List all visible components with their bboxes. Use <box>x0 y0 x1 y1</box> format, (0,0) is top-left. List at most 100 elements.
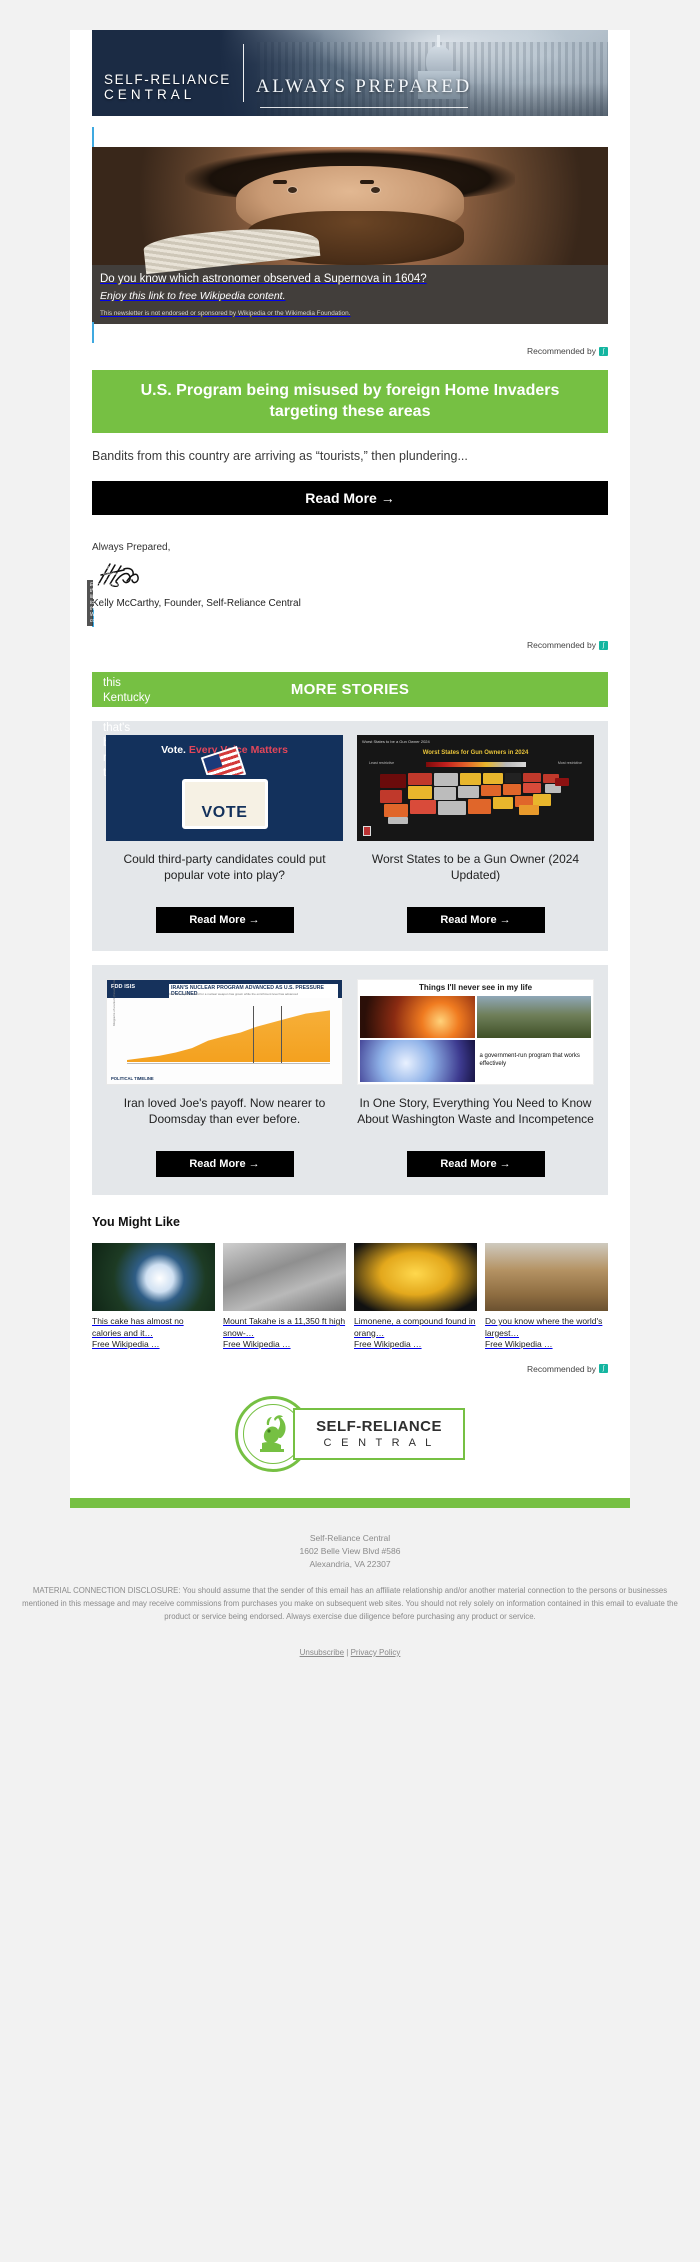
story-title: Worst States to be a Gun Owner (2024 Upd… <box>371 852 580 883</box>
meme-panel-grid: a government-run program that works effe… <box>360 996 591 1083</box>
sponsored-ad-wide[interactable]: Have you heard of this Kentucky town tha… <box>87 548 250 779</box>
story-read-more-button[interactable]: Read More → <box>406 907 545 934</box>
story-card-gun[interactable]: Worst States to be a Gun Owner 2024 Wors… <box>357 735 594 934</box>
recommended-by-wide[interactable]: Recommended by ʃ <box>92 640 608 650</box>
sponsored-ad-square-disclaimer: This newsletter is not endorsed or spons… <box>100 309 351 317</box>
meme-panel-text: a government-run program that works effe… <box>476 1040 591 1083</box>
story-cta-wrap: Read More → <box>406 1151 545 1178</box>
logo-word1: SELF-RELIANCE <box>316 1418 442 1436</box>
iran-chart-xaxis <box>127 1063 330 1065</box>
footer-links: Unsubscribe | Privacy Policy <box>18 1648 682 1657</box>
you-might-like-row: This cake has almost no calories and it…… <box>92 1243 608 1350</box>
iran-chart-event-line-2 <box>280 1006 282 1065</box>
you-might-like-caption: Do you know where the world's largest… <box>485 1316 603 1338</box>
masthead-brand-line1: SELF-RELIANCE <box>104 71 231 87</box>
footer-address-line2: Alexandria, VA 22307 <box>309 1558 391 1569</box>
unicorn-image <box>360 1040 475 1083</box>
story-cta-wrap: Read More → <box>155 1151 294 1178</box>
you-might-like-item[interactable]: Do you know where the world's largest… F… <box>485 1243 608 1350</box>
masthead-banner[interactable]: SELF-RELIANCE CENTRAL ALWAYS PREPARED <box>92 30 608 116</box>
lead-story-read-more-button[interactable]: Read More → <box>92 481 608 516</box>
us-gun-laws-heatmap-image: Worst States to be a Gun Owner 2024 Wors… <box>357 735 594 842</box>
sponsored-ad-wide-strip: Enjoy this link to free Wikipedia conten… <box>87 580 112 627</box>
footer-address-line1: 1602 Belle View Blvd #586 <box>299 1545 401 1556</box>
you-might-like-item[interactable]: This cake has almost no calories and it…… <box>92 1243 215 1350</box>
more-stories-row-1: Vote. Every Voice Matters VOTE Could thi… <box>92 721 608 952</box>
email-body-card: SELF-RELIANCE CENTRAL ALWAYS PREPARED Do… <box>70 30 630 1498</box>
iran-chart-series-upper <box>127 1010 330 1063</box>
ballot-box-icon: VOTE <box>181 779 268 830</box>
email-page: SELF-RELIANCE CENTRAL ALWAYS PREPARED Do… <box>0 30 700 1665</box>
story-card-meme[interactable]: Things I'll never see in my life a gover… <box>357 979 594 1178</box>
story-cta-wrap: Read More → <box>406 907 545 934</box>
masthead-brand-line2: CENTRAL <box>104 86 196 102</box>
you-might-like-item[interactable]: Mount Takahe is a 11,350 ft high snow-… … <box>223 1243 346 1350</box>
story-card-vote[interactable]: Vote. Every Voice Matters VOTE Could thi… <box>106 735 343 934</box>
limonene-sculpture-image <box>354 1243 477 1312</box>
gun-map-legend-right: Most restrictive <box>557 761 582 766</box>
sponsored-ad-square-question: Do you know which astronomer observed a … <box>100 273 427 285</box>
taboola-logo-icon: ʃ <box>599 346 608 356</box>
iran-chart-event-line-1 <box>252 1006 254 1065</box>
kepler-brow-left <box>272 180 287 185</box>
story-cta-wrap: Read More → <box>155 907 294 934</box>
privacy-policy-link[interactable]: Privacy Policy <box>351 1648 401 1657</box>
recommended-by-yml-block: Recommended by ʃ <box>92 1364 608 1374</box>
taboola-logo-icon-yml: ʃ <box>599 1364 608 1374</box>
email-footer: Self-Reliance Central 1602 Belle View Bl… <box>0 1508 700 1665</box>
iran-chart-ylabel: Kilograms of uranium (hexafluoride) <box>112 979 116 1027</box>
gun-map-seal-icon <box>363 826 371 837</box>
masthead-divider <box>242 44 244 102</box>
you-might-like-caption: Mount Takahe is a 11,350 ft high snow-… <box>223 1316 346 1338</box>
iran-chart-footer: POLITICAL TIMELINE <box>111 1076 154 1082</box>
story-read-more-button[interactable]: Read More → <box>406 1151 545 1178</box>
signature-block: Always Prepared, Kelly McCarthy, Founder… <box>92 542 608 609</box>
logo-wordmark: SELF-RELIANCE C E N T R A L <box>293 1407 465 1460</box>
you-might-like-source: Free Wikipedia … <box>92 1339 160 1350</box>
mount-takahe-image <box>223 1243 346 1312</box>
gun-map-legend-gradient <box>425 762 526 768</box>
iran-nuclear-program-chart-image: FDD ISIS IRAN'S NUCLEAR PROGRAM ADVANCED… <box>106 979 343 1086</box>
you-might-like-caption: Limonene, a compound found in orang… <box>354 1316 476 1338</box>
story-read-more-button[interactable]: Read More → <box>155 907 294 934</box>
more-stories-row-2: FDD ISIS IRAN'S NUCLEAR PROGRAM ADVANCED… <box>92 965 608 1196</box>
story-title: Could third-party candidates could put p… <box>123 852 326 883</box>
meme-headline: Things I'll never see in my life <box>418 983 533 993</box>
kepler-illustration <box>92 147 608 275</box>
footer-disclosure: MATERIAL CONNECTION DISCLOSURE: You shou… <box>22 1586 678 1621</box>
you-might-like-caption: This cake has almost no calories and it… <box>92 1316 184 1338</box>
masthead-text-group: SELF-RELIANCE CENTRAL ALWAYS PREPARED <box>92 30 608 116</box>
sponsored-ad-square-caption: Do you know which astronomer observed a … <box>92 265 608 325</box>
iran-chart-subhead: Iran's stockpile needed for a nuclear we… <box>169 992 298 997</box>
signature-name: Kelly McCarthy, Founder, Self-Reliance C… <box>92 598 301 610</box>
kepler-portrait-image <box>92 147 608 275</box>
never-see-in-my-life-meme-image: Things I'll never see in my life a gover… <box>357 979 594 1086</box>
story-card-iran[interactable]: FDD ISIS IRAN'S NUCLEAR PROGRAM ADVANCED… <box>106 979 343 1178</box>
you-might-like-source: Free Wikipedia … <box>223 1339 291 1350</box>
trex-image <box>476 996 591 1039</box>
worlds-largest-ball-image <box>485 1243 608 1312</box>
brand-logo: SELF-RELIANCE C E N T R A L <box>235 1395 465 1472</box>
kepler-eye-right <box>370 187 380 194</box>
recommended-by-square[interactable]: Recommended by ʃ <box>92 346 608 356</box>
us-states-choropleth <box>376 771 575 825</box>
unsubscribe-link[interactable]: Unsubscribe <box>300 1648 344 1657</box>
sponsored-ad-square[interactable]: Do you know which astronomer observed a … <box>92 127 608 344</box>
gun-map-legend-left: Least restrictive <box>369 761 395 766</box>
squirrel-icon <box>260 1414 286 1452</box>
iran-chart-plot <box>127 1008 330 1063</box>
story-read-more-button[interactable]: Read More → <box>155 1151 294 1178</box>
footer-address: Self-Reliance Central 1602 Belle View Bl… <box>18 1532 682 1572</box>
recommended-by-label-yml: Recommended by <box>527 1363 596 1374</box>
taboola-logo-icon-wide: ʃ <box>599 640 608 650</box>
recommended-by-label: Recommended by <box>527 346 596 357</box>
signature-greeting: Always Prepared, <box>92 542 171 554</box>
you-might-like-item[interactable]: Limonene, a compound found in orang… Fre… <box>354 1243 477 1350</box>
ballot-box-label: VOTE <box>201 804 248 822</box>
lead-story-headline: U.S. Program being misused by foreign Ho… <box>92 370 608 434</box>
more-stories-section-title: MORE STORIES <box>92 672 608 708</box>
vote-thumb-lead: Vote. <box>161 744 186 757</box>
kepler-brow-right <box>360 180 375 185</box>
masthead-tagline: ALWAYS PREPARED <box>256 76 472 108</box>
recommended-by-yml[interactable]: Recommended by ʃ <box>92 1364 608 1374</box>
